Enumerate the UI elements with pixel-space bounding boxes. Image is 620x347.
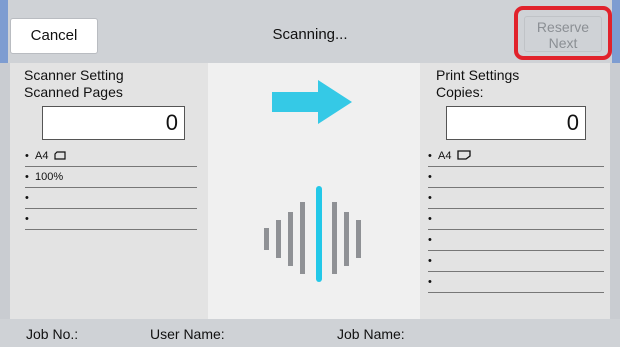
print-row: • A4 [428, 146, 604, 167]
print-row: • [428, 209, 604, 230]
reserve-next-button[interactable]: Reserve Next [524, 16, 602, 52]
paper-landscape-icon [456, 150, 471, 160]
print-row: • [428, 230, 604, 251]
reserve-next-label-line2: Next [548, 35, 578, 51]
print-row: • [428, 272, 604, 293]
scanned-pages-count: 0 [42, 106, 185, 140]
user-name-label: User Name: [150, 326, 225, 342]
scanner-row: • [25, 188, 197, 209]
reserve-next-label-line1: Reserve [536, 19, 590, 35]
print-panel: Print Settings Copies: 0 • A4 • • • • • • [420, 63, 610, 319]
copies-count: 0 [446, 106, 586, 140]
print-row-text: A4 [438, 150, 452, 162]
scanner-row: • [25, 209, 197, 230]
print-settings-title: Print Settings [436, 67, 520, 83]
scanner-row-text: A4 [35, 150, 49, 162]
job-no-label: Job No.: [26, 326, 79, 342]
scanner-row: • A4 [25, 146, 197, 167]
paper-portrait-icon [53, 151, 66, 160]
job-name-label: Job Name: [337, 326, 405, 342]
top-bar: Cancel Scanning... Reserve Next [0, 0, 620, 63]
reserve-next-highlight: Reserve Next [514, 6, 612, 60]
copies-label: Copies: [436, 84, 484, 100]
scanner-panel: Scanner Setting Scanned Pages 0 • A4 • 100… [10, 63, 208, 319]
scanner-row: • 100% [25, 167, 197, 188]
scan-progress-icon [264, 186, 361, 282]
scanned-pages-label: Scanned Pages [24, 84, 123, 100]
print-row: • [428, 251, 604, 272]
scanner-row-text: 100% [35, 171, 64, 183]
print-row: • [428, 167, 604, 188]
scanner-title: Scanner Setting [24, 67, 124, 83]
job-status-bar: Job No.: User Name: Job Name: [0, 319, 620, 347]
right-arrow-icon [272, 80, 352, 124]
print-row: • [428, 188, 604, 209]
